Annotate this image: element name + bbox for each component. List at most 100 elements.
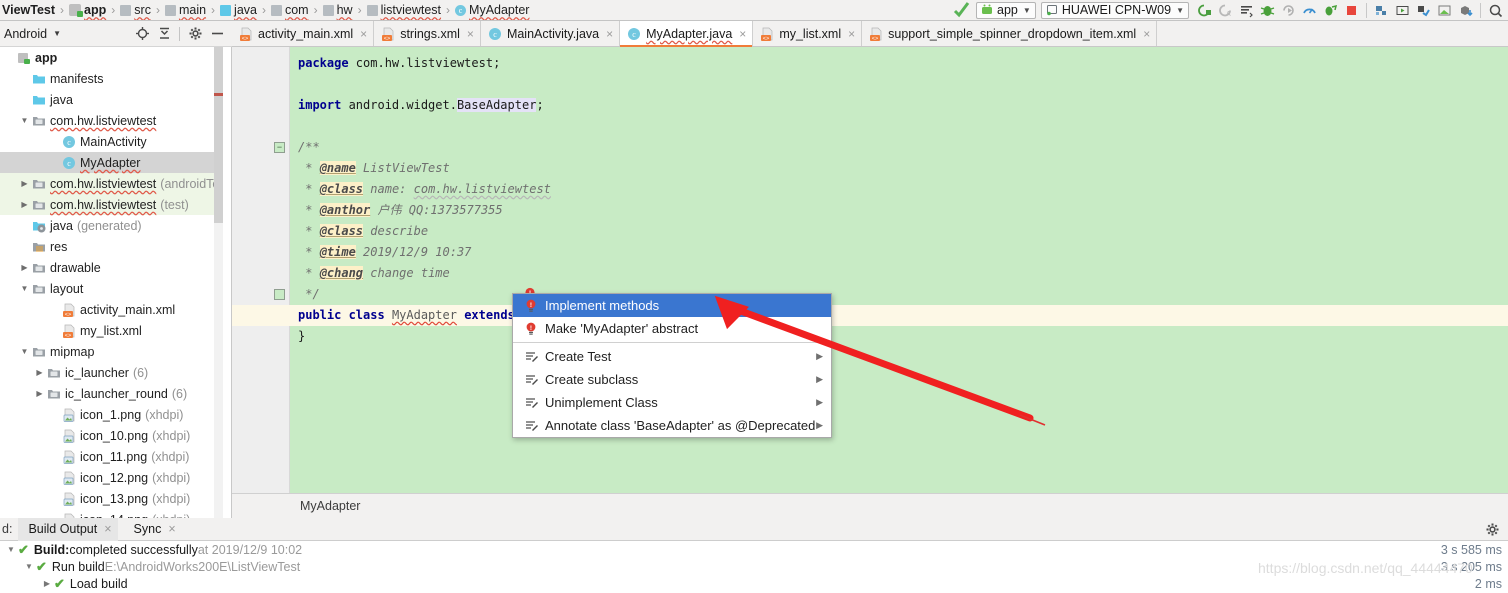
build-output-row[interactable]: ▶ ✔ Load build <box>0 575 1508 592</box>
tree-item-layout[interactable]: ▼ layout <box>0 278 223 299</box>
editor-tabs[interactable]: <> activity_main.xml × <> strings.xml × c MainA… <box>232 21 1508 47</box>
stop-icon[interactable] <box>1341 1 1362 20</box>
breadcrumb-item-listviewtest[interactable]: listviewtest <box>366 3 441 17</box>
code-line[interactable]: public class MyAdapter extends BaseAdapt… <box>290 305 1508 326</box>
tree-item-icon-11-png[interactable]: icon_11.png (xhdpi) <box>0 446 223 467</box>
editor-tab-my-list-xml[interactable]: <> my_list.xml × <box>753 21 863 46</box>
chevron-down-icon[interactable]: ▼ <box>4 545 18 554</box>
search-everywhere-icon[interactable] <box>1485 1 1506 20</box>
chevron-right-icon[interactable]: ▶ <box>32 389 47 398</box>
build-panel-settings[interactable] <box>1485 522 1508 537</box>
close-icon[interactable]: × <box>104 522 111 536</box>
tree-item-icon-12-png[interactable]: icon_12.png (xhdpi) <box>0 467 223 488</box>
submenu-arrow-icon[interactable]: ▶ <box>816 420 831 431</box>
code-line[interactable]: /** <box>290 137 1508 158</box>
hide-panel-icon[interactable] <box>206 24 228 43</box>
tree-item-com-hw-listviewtest[interactable]: ▼ com.hw.listviewtest <box>0 110 223 131</box>
breadcrumb-item-com[interactable]: com <box>270 3 309 17</box>
menu-item-implement-methods[interactable]: ! Implement methods <box>513 294 831 317</box>
menu-item-annotate-class-baseadapter-as-deprecated[interactable]: Annotate class 'BaseAdapter' as @Depreca… <box>513 414 831 437</box>
submenu-arrow-icon[interactable]: ▶ <box>816 397 831 408</box>
close-icon[interactable]: × <box>739 27 746 41</box>
breadcrumb-item-viewtest[interactable]: ViewTest <box>2 3 55 17</box>
collapse-all-icon[interactable] <box>153 24 175 43</box>
code-line[interactable]: * @anthor 户伟 QQ:1373577355 <box>290 200 1508 221</box>
submenu-arrow-icon[interactable]: ▶ <box>816 351 831 362</box>
menu-item-make-myadapter-abstract[interactable]: ! Make 'MyAdapter' abstract <box>513 317 831 340</box>
code-line[interactable]: */ <box>290 284 1508 305</box>
build-output-row[interactable]: ▼ ✔ Build: completed successfully at 2019/… <box>0 541 1508 558</box>
breadcrumb-item-main[interactable]: main <box>164 3 206 17</box>
breadcrumb-item-app[interactable]: app <box>69 3 106 17</box>
chevron-down-icon[interactable]: ▼ <box>17 116 32 125</box>
tree-item-manifests[interactable]: manifests <box>0 68 223 89</box>
gear-icon[interactable] <box>184 24 206 43</box>
intention-actions-popup[interactable]: ! Implement methods! Make 'MyAdapter' abst… <box>512 293 832 438</box>
menu-item-create-test[interactable]: Create Test ▶ <box>513 345 831 368</box>
tree-item-mainactivity[interactable]: c MainActivity <box>0 131 223 152</box>
tree-item-app[interactable]: app <box>0 47 223 68</box>
editor-tab-mainactivity-java[interactable]: c MainActivity.java × <box>480 21 621 46</box>
chevron-down-icon[interactable]: ▼ <box>17 284 32 293</box>
module-selector[interactable]: app ▼ <box>976 1 1036 19</box>
code-line[interactable]: * @class name: com.hw.listviewtest <box>290 179 1508 200</box>
chevron-right-icon[interactable]: ▶ <box>17 263 32 272</box>
close-icon[interactable]: × <box>1143 27 1150 41</box>
editor-tab-myadapter-java[interactable]: c MyAdapter.java × <box>620 21 754 47</box>
project-view-selector-label[interactable]: Android <box>4 27 47 41</box>
chevron-right-icon[interactable]: ▶ <box>17 200 32 209</box>
close-icon[interactable]: × <box>848 27 855 41</box>
tree-item-drawable[interactable]: ▶ drawable <box>0 257 223 278</box>
tree-item-icon-1-png[interactable]: icon_1.png (xhdpi) <box>0 404 223 425</box>
code-line[interactable]: * @name ListViewTest <box>290 158 1508 179</box>
submenu-arrow-icon[interactable]: ▶ <box>816 374 831 385</box>
tree-item-java[interactable]: java <box>0 89 223 110</box>
code-line[interactable] <box>290 116 1508 137</box>
code-line[interactable]: * @class describe <box>290 221 1508 242</box>
error-stripe-mark[interactable] <box>214 93 223 96</box>
tree-item-activity-main-xml[interactable]: <> activity_main.xml <box>0 299 223 320</box>
chevron-right-icon[interactable]: ▶ <box>32 368 47 377</box>
chevron-right-icon[interactable]: ▶ <box>40 579 54 588</box>
project-tree[interactable]: app manifests java ▼ com.hw.listviewtest c Mai… <box>0 47 223 518</box>
close-icon[interactable]: × <box>168 522 175 536</box>
device-selector[interactable]: HUAWEI CPN-W09 ▼ <box>1040 1 1189 19</box>
chevron-right-icon[interactable]: ▶ <box>17 179 32 188</box>
locate-icon[interactable] <box>131 24 153 43</box>
editor-gutter[interactable] <box>232 47 290 498</box>
run-icon[interactable] <box>1194 1 1215 20</box>
device-file-explorer-icon[interactable] <box>1434 1 1455 20</box>
code-line[interactable]: import android.widget.BaseAdapter; <box>290 95 1508 116</box>
chevron-down-icon[interactable]: ▼ <box>53 29 61 38</box>
tree-item-com-hw-listviewtest[interactable]: ▶com.hw.listviewtest(androidTest) <box>0 173 223 194</box>
tree-item-my-list-xml[interactable]: <> my_list.xml <box>0 320 223 341</box>
sdk-manager-icon[interactable] <box>1392 1 1413 20</box>
sync-gradle-icon[interactable] <box>1320 1 1341 20</box>
project-tree-scrollbar[interactable] <box>214 47 223 518</box>
close-icon[interactable]: × <box>467 27 474 41</box>
code-fold-toggle[interactable] <box>274 289 285 300</box>
tree-item-java[interactable]: java (generated) <box>0 215 223 236</box>
chevron-down-icon[interactable]: ▼ <box>17 347 32 356</box>
avd-manager-icon[interactable] <box>1371 1 1392 20</box>
breadcrumb-item-src[interactable]: src <box>120 3 151 17</box>
apk-analyzer-icon[interactable] <box>1455 1 1476 20</box>
tab-build-output[interactable]: Build Output × <box>18 517 118 541</box>
tree-item-icon-10-png[interactable]: icon_10.png (xhdpi) <box>0 425 223 446</box>
editor-tab-strings-xml[interactable]: <> strings.xml × <box>374 21 481 46</box>
breadcrumb-item-myadapter[interactable]: c MyAdapter <box>455 3 529 17</box>
profiler-icon[interactable] <box>1299 1 1320 20</box>
layout-inspector-icon[interactable] <box>1413 1 1434 20</box>
code-editor[interactable]: 123456789101112131415 package com.hw.lis… <box>232 47 1508 498</box>
code-line[interactable] <box>290 347 1508 368</box>
editor-tab-support-simple-spinner-dropdown-item-xml[interactable]: <> support_simple_spinner_dropdown_item.x… <box>862 21 1158 46</box>
tree-item-icon-13-png[interactable]: icon_13.png (xhdpi) <box>0 488 223 509</box>
tree-item-ic-launcher-round[interactable]: ▶ ic_launcher_round (6) <box>0 383 223 404</box>
code-line[interactable]: * @chang change time <box>290 263 1508 284</box>
breadcrumb-item-java[interactable]: java <box>220 3 257 17</box>
tree-item-myadapter[interactable]: c MyAdapter <box>0 152 223 173</box>
tree-item-res[interactable]: res <box>0 236 223 257</box>
code-line[interactable]: } <box>290 326 1508 347</box>
tab-sync[interactable]: Sync × <box>124 518 182 541</box>
close-icon[interactable]: × <box>606 27 613 41</box>
